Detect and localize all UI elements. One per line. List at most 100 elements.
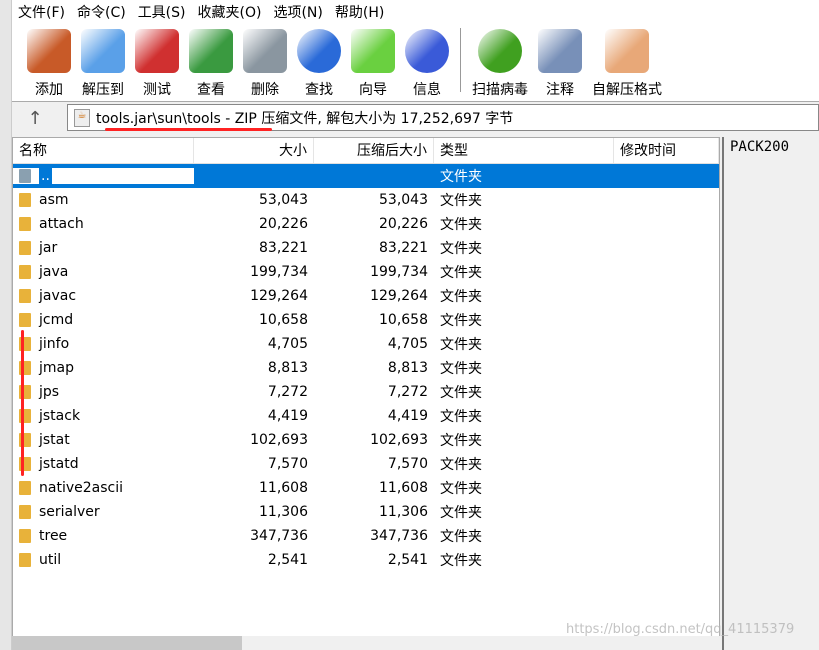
table-row[interactable]: jps 7,272 7,272 文件夹 [13,380,719,404]
toolbar-button[interactable]: 信息 [400,29,454,99]
toolbar-label: 测试 [143,82,171,98]
size-cell: 8,813 [267,360,308,376]
size-cell: 53,043 [259,192,308,208]
menu-item[interactable]: 帮助(H) [329,2,390,22]
size-cell: 129,264 [250,288,308,304]
name-cell: jinfo [13,336,194,352]
menu-item[interactable]: 工具(S) [132,2,192,22]
packed-cell: 102,693 [370,432,428,448]
file-name: jstack [39,408,81,424]
table-row[interactable]: util 2,541 2,541 文件夹 [13,548,719,572]
address-text: tools.jar\sun\tools - ZIP 压缩文件, 解包大小为 17… [96,110,514,127]
packed-cell: 7,272 [387,384,428,400]
name-cell: jstatd [13,456,194,472]
table-row[interactable]: jstack 4,419 4,419 文件夹 [13,404,719,428]
menu-item[interactable]: 命令(C) [71,2,132,22]
menu-item[interactable]: 收藏夹(O) [192,2,268,22]
file-name: attach [39,216,84,232]
packed-cell: 10,658 [379,312,428,328]
size-cell: 199,734 [250,264,308,280]
size-cell: 11,306 [259,504,308,520]
address-field[interactable]: ☕ tools.jar\sun\tools - ZIP 压缩文件, 解包大小为 … [67,104,819,131]
type-cell: 文件夹 [440,361,482,377]
table-row[interactable]: jcmd 10,658 10,658 文件夹 [13,308,719,332]
toolbar-button[interactable]: 解压到 [76,29,130,99]
table-row[interactable]: jar 83,221 83,221 文件夹 [13,236,719,260]
table-row[interactable]: javac 129,264 129,264 文件夹 [13,284,719,308]
menu-item[interactable]: 文件(F) [12,2,71,22]
file-name: java [39,264,69,280]
red-vertical-annotation [21,330,24,476]
folder-icon [19,193,31,207]
size-cell: 4,419 [267,408,308,424]
toolbar-button[interactable]: 注释 [533,29,587,99]
name-cell: jstack [13,408,194,424]
size-cell: 20,226 [259,216,308,232]
toolbar-divider [460,28,461,92]
name-cell: asm [13,192,194,208]
column-header-cell[interactable]: 压缩后大小 [314,138,434,163]
toolbar-button[interactable]: 查找 [292,29,346,99]
size-cell: 4,705 [267,336,308,352]
toolbar-label: 注释 [546,82,574,98]
toolbar-button[interactable]: 向导 [346,29,400,99]
table-row[interactable]: jstat 102,693 102,693 文件夹 [13,428,719,452]
toolbar-button[interactable]: 查看 [184,29,238,99]
name-cell: serialver [13,504,194,520]
file-name: .. [39,168,52,184]
packed-cell: 11,306 [379,504,428,520]
menu-bar: 文件(F) 命令(C) 工具(S) 收藏夹(O) 选项(N) 帮助(H) [12,0,819,24]
packed-cell: 4,419 [387,408,428,424]
column-header-cell[interactable]: 修改时间 [614,138,719,163]
folder-icon [19,481,31,495]
toolbar-button[interactable]: 删除 [238,29,292,99]
toolbar-button[interactable]: 测试 [130,29,184,99]
toolbar: 添加 解压到 测试 查看 删除 查找 向导 信息 扫描病毒 注释 自解压格式 [12,24,819,102]
size-cell: 7,570 [267,456,308,472]
horizontal-scrollbar[interactable] [12,636,720,650]
file-list: 名称 大小 压缩后大小 类型 修改时间 .. 文件夹 asm 53,043 53,043 文件夹 a… [12,137,720,637]
file-name: jstat [39,432,70,448]
column-header: 名称 大小 压缩后大小 类型 修改时间 [13,138,719,164]
column-header-cell[interactable]: 类型 [434,138,614,163]
packed-cell: 20,226 [379,216,428,232]
virus-scan-icon [478,29,522,73]
folder-icon [19,289,31,303]
file-name: util [39,552,62,568]
column-header-cell[interactable]: 大小 [194,138,314,163]
file-name: jstatd [39,456,79,472]
size-cell: 2,541 [267,552,308,568]
comment-text: PACK200 [730,139,790,155]
toolbar-button[interactable]: 扫描病毒 [467,29,533,99]
type-cell: 文件夹 [440,385,482,401]
table-row[interactable]: serialver 11,306 11,306 文件夹 [13,500,719,524]
table-row[interactable]: asm 53,043 53,043 文件夹 [13,188,719,212]
file-name: jinfo [39,336,70,352]
up-arrow-icon[interactable]: ↑ [12,108,58,129]
toolbar-button[interactable]: 自解压格式 [587,29,667,99]
scrollbar-thumb[interactable] [12,636,242,650]
menu-item[interactable]: 选项(N) [267,2,328,22]
toolbar-button[interactable]: 添加 [22,29,76,99]
type-cell: 文件夹 [440,481,482,497]
packed-cell: 11,608 [379,480,428,496]
size-cell: 83,221 [259,240,308,256]
name-cell: jps [13,384,194,400]
table-row[interactable]: tree 347,736 347,736 文件夹 [13,524,719,548]
packed-cell: 347,736 [370,528,428,544]
column-header-cell[interactable]: 名称 [13,138,194,163]
table-row[interactable]: jmap 8,813 8,813 文件夹 [13,356,719,380]
type-cell: 文件夹 [440,529,482,545]
comment-icon [538,29,582,73]
table-row[interactable]: jstatd 7,570 7,570 文件夹 [13,452,719,476]
packed-cell: 199,734 [370,264,428,280]
toolbar-label: 解压到 [82,82,124,98]
table-row[interactable]: java 199,734 199,734 文件夹 [13,260,719,284]
table-row[interactable]: jinfo 4,705 4,705 文件夹 [13,332,719,356]
table-row[interactable]: native2ascii 11,608 11,608 文件夹 [13,476,719,500]
table-row[interactable]: .. 文件夹 [13,164,719,188]
toolbar-label: 扫描病毒 [472,82,528,98]
table-row[interactable]: attach 20,226 20,226 文件夹 [13,212,719,236]
folder-icon [19,529,31,543]
file-name: tree [39,528,68,544]
